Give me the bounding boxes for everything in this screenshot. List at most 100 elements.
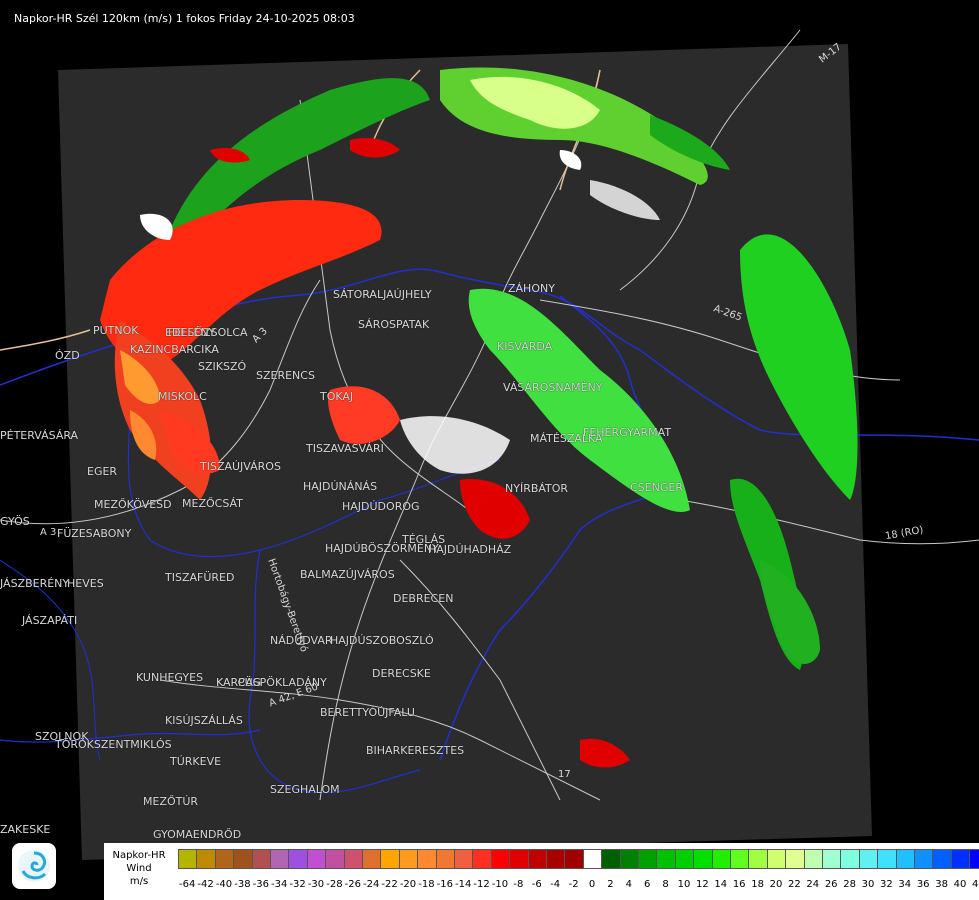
place-label: TISZAÚJVÁROS	[200, 460, 281, 473]
place-label: CSENGER	[630, 481, 683, 494]
legend-swatch	[914, 849, 934, 869]
place-label: TISZAFÜRED	[165, 571, 235, 584]
legend-swatch	[325, 849, 345, 869]
legend-swatch	[711, 849, 731, 869]
legend-title: Napkor-HR Wind m/s	[104, 849, 174, 888]
place-label: HAJDÚNÁNÁS	[303, 480, 378, 493]
place-label: BALMAZÚJVÁROS	[300, 568, 395, 581]
legend-swatch	[196, 849, 216, 869]
legend-swatch	[472, 849, 492, 869]
legend-swatch	[527, 849, 547, 869]
legend-swatch	[454, 849, 474, 869]
road-label: A 3	[40, 527, 57, 538]
legend-swatch	[288, 849, 308, 869]
place-label: TISZAVASVÁRI	[306, 442, 384, 455]
legend-swatch	[858, 849, 879, 869]
place-label: SZERENCS	[256, 369, 315, 382]
legend-swatch	[619, 849, 639, 869]
legend-unit: m/s	[129, 876, 149, 887]
place-label: TÚRKEVE	[170, 755, 222, 768]
legend-swatch	[674, 849, 695, 869]
place-label: GYÖS	[0, 515, 30, 528]
place-label: EGER	[87, 465, 118, 478]
place-label: HAJDÚDOROG	[342, 500, 420, 513]
place-label: VÁSÁROSNAMÉNY	[503, 381, 603, 394]
radar-map	[0, 29, 979, 860]
color-legend: Napkor-HR Wind m/s -64 -42 -40 -38 -36 -34 -32…	[104, 843, 979, 900]
legend-swatch	[601, 849, 621, 869]
legend-swatch	[233, 849, 253, 869]
legend-swatch	[546, 849, 566, 869]
place-label: MEZŐTÚR	[143, 795, 199, 808]
place-label: JÁSZBERÉNY	[0, 577, 70, 590]
place-label: MEZŐCSÁT	[182, 497, 243, 510]
place-label: SÁTORALJAÚJHELY	[333, 288, 432, 301]
legend-swatch	[362, 849, 382, 869]
legend-swatch	[178, 849, 198, 869]
legend-title-line2: Wind	[126, 863, 152, 874]
place-label: BIHARKERESZTES	[366, 744, 465, 757]
page-title: Napkor-HR Szél 120km (m/s) 1 fokos Frida…	[14, 12, 355, 25]
place-label: KISVÁRDA	[497, 340, 553, 353]
place-label: HAJDÚSZOBOSZLÓ	[330, 634, 434, 647]
legend-swatch	[950, 849, 971, 869]
legend-swatch	[509, 849, 529, 869]
met-logo-icon	[12, 843, 56, 889]
legend-swatch	[435, 849, 455, 869]
legend-swatch	[730, 849, 750, 869]
place-label: ZÁHONY	[508, 282, 555, 295]
legend-swatch	[877, 849, 897, 869]
place-label: FEHÉRGYARMAT	[583, 426, 672, 439]
place-label: MEZŐKÖVESD	[94, 498, 172, 511]
place-label: TOKAJ	[320, 390, 354, 403]
legend-swatch	[251, 849, 271, 869]
place-label: ÓZD	[55, 349, 80, 362]
legend-tick-label: 42	[972, 879, 979, 890]
legend-swatch	[895, 849, 915, 869]
place-label: KAZINCBARCIKA	[130, 343, 219, 356]
place-label: PÉTERVÁSÁRA	[0, 429, 79, 442]
place-label: TÖRÖKSZENTMIKLÓS	[55, 738, 172, 751]
place-label: DEBRECEN	[393, 592, 454, 605]
legend-swatch	[306, 849, 327, 869]
legend-swatch	[490, 849, 511, 869]
legend-swatch	[270, 849, 290, 869]
legend-swatch	[343, 849, 363, 869]
legend-swatch	[693, 849, 713, 869]
legend-swatch	[398, 849, 419, 869]
place-label: FÜZESABONY	[57, 527, 132, 540]
place-label: BERETTYÓÚJFALU	[320, 706, 415, 719]
place-label: NYÍRBÁTOR	[505, 482, 569, 495]
place-label: MISKOLC	[158, 390, 207, 403]
place-label: HEVES	[67, 577, 104, 590]
legend-swatch	[803, 849, 823, 869]
legend-swatch	[785, 849, 805, 869]
legend-swatch	[822, 849, 842, 869]
legend-title-line1: Napkor-HR	[112, 850, 166, 861]
legend-swatch	[380, 849, 400, 869]
legend-swatch	[564, 849, 584, 869]
legend-swatch	[638, 849, 658, 869]
place-label: HAJDÚHADHÁZ	[428, 543, 512, 556]
place-label: ZAKESKE	[0, 823, 51, 836]
place-label: JÁSZAPÁTI	[22, 614, 78, 627]
place-label: GYOMAENDRŐD	[153, 828, 242, 841]
place-label: EDELÉNY	[165, 326, 216, 339]
place-label: PUTNOK	[93, 324, 139, 337]
legend-swatch	[582, 849, 603, 869]
legend-swatch	[969, 849, 979, 869]
legend-swatch	[656, 849, 676, 869]
legend-swatch	[840, 849, 860, 869]
legend-swatch	[748, 849, 768, 869]
place-label: SZIKSZÓ	[198, 360, 247, 373]
place-label: KARCAG	[216, 676, 262, 689]
place-label: KISÚJSZÁLLÁS	[165, 714, 243, 727]
road-label: 17	[558, 769, 571, 780]
legend-swatch	[214, 849, 235, 869]
place-label: DERECSKE	[372, 667, 431, 680]
legend-swatch	[932, 849, 952, 869]
place-label: SÁROSPATAK	[358, 318, 430, 331]
place-label: KUNHEGYES	[136, 671, 204, 684]
legend-swatch	[417, 849, 437, 869]
place-label: SZEGHALOM	[270, 783, 340, 796]
